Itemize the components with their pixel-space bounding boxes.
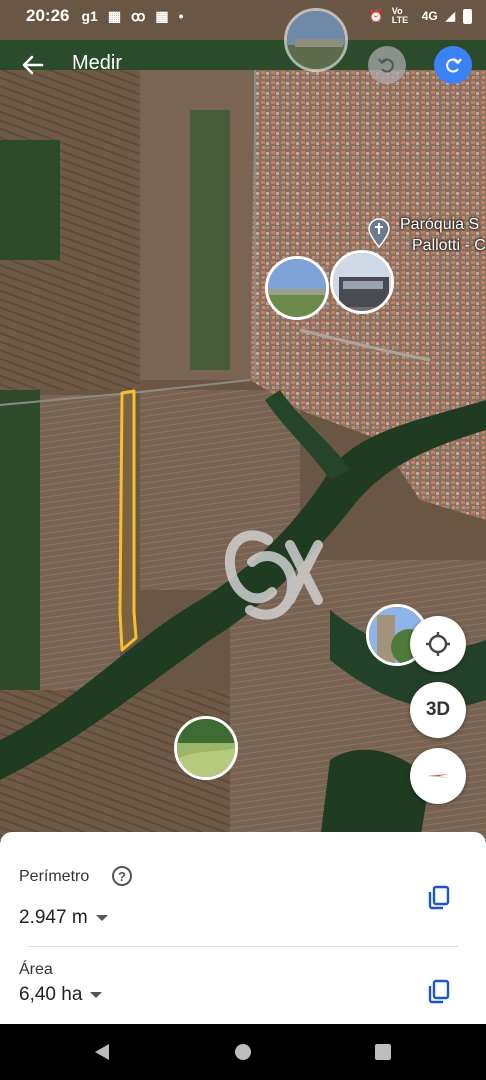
circle-home-icon bbox=[235, 1044, 251, 1060]
perimeter-value-dropdown[interactable]: 2.947 m bbox=[19, 907, 108, 929]
photo-bubble[interactable] bbox=[330, 250, 394, 314]
redo-icon bbox=[446, 58, 462, 73]
redo-button[interactable] bbox=[434, 46, 472, 84]
g1-app-icon: g1 bbox=[81, 8, 98, 24]
area-value-dropdown[interactable]: 6,40 ha bbox=[19, 984, 103, 1006]
perimeter-label: Perímetro bbox=[19, 868, 90, 885]
dot-icon: • bbox=[178, 8, 184, 24]
divider bbox=[28, 946, 458, 947]
triangle-back-icon bbox=[95, 1044, 109, 1060]
header: Medir bbox=[0, 40, 486, 90]
toggle-3d-button[interactable]: 3D bbox=[410, 682, 466, 738]
photo-bubble[interactable] bbox=[174, 716, 238, 780]
photo-bubble[interactable] bbox=[265, 256, 329, 320]
status-right: ⏰ Vo LTE 4G ◢ bbox=[369, 7, 472, 25]
status-bar: 20:26 g1 ▦ ꝏ ▦ • ⏰ Vo LTE 4G ◢ bbox=[0, 0, 486, 32]
system-navigation-bar bbox=[0, 1024, 486, 1080]
dropdown-arrow-icon bbox=[95, 915, 108, 921]
voicemail-icon: ꝏ bbox=[131, 7, 146, 24]
dropdown-arrow-icon bbox=[90, 992, 103, 998]
copy-perimeter-button[interactable] bbox=[426, 884, 452, 910]
network-indicator: 4G bbox=[421, 9, 438, 23]
compass-button[interactable] bbox=[410, 748, 466, 804]
page-title: Medir bbox=[72, 52, 123, 74]
window-icon: ▦ bbox=[107, 7, 122, 24]
my-location-button[interactable] bbox=[410, 616, 466, 672]
copy-icon bbox=[428, 885, 450, 910]
volte-indicator: Vo LTE bbox=[391, 6, 409, 25]
copy-area-button[interactable] bbox=[426, 978, 452, 1004]
place-label-line2: Pallotti - C bbox=[412, 237, 486, 254]
square-recents-icon bbox=[375, 1044, 391, 1060]
perimeter-value: 2.947 m bbox=[19, 907, 88, 928]
area-label: Área bbox=[19, 961, 53, 978]
place-label[interactable]: Paróquia S Pallotti - C bbox=[400, 214, 486, 256]
place-pin-icon[interactable] bbox=[368, 218, 390, 249]
window-icon-2: ▦ bbox=[155, 7, 169, 24]
nav-back-button[interactable] bbox=[93, 1042, 111, 1067]
place-label-line1: Paróquia S bbox=[400, 216, 480, 233]
undo-button[interactable] bbox=[368, 46, 406, 84]
help-icon[interactable]: ? bbox=[112, 866, 132, 886]
crosshair-icon bbox=[426, 632, 450, 656]
nav-home-button[interactable] bbox=[234, 1043, 252, 1066]
compass-icon bbox=[427, 774, 449, 778]
signal-icon: ◢ bbox=[445, 9, 455, 23]
status-time: 20:26 bbox=[26, 6, 70, 25]
undo-icon bbox=[378, 58, 394, 73]
nav-recents-button[interactable] bbox=[374, 1043, 392, 1066]
area-value: 6,40 ha bbox=[19, 984, 83, 1005]
back-button[interactable] bbox=[18, 50, 48, 80]
arrow-left-icon bbox=[22, 55, 44, 75]
alarm-icon: ⏰ bbox=[368, 9, 384, 23]
measurement-sheet: Perímetro ? 2.947 m Área 6,40 ha bbox=[0, 832, 486, 1024]
copy-icon bbox=[428, 979, 450, 1004]
toggle-3d-label: 3D bbox=[425, 699, 451, 720]
battery-icon bbox=[463, 8, 472, 24]
